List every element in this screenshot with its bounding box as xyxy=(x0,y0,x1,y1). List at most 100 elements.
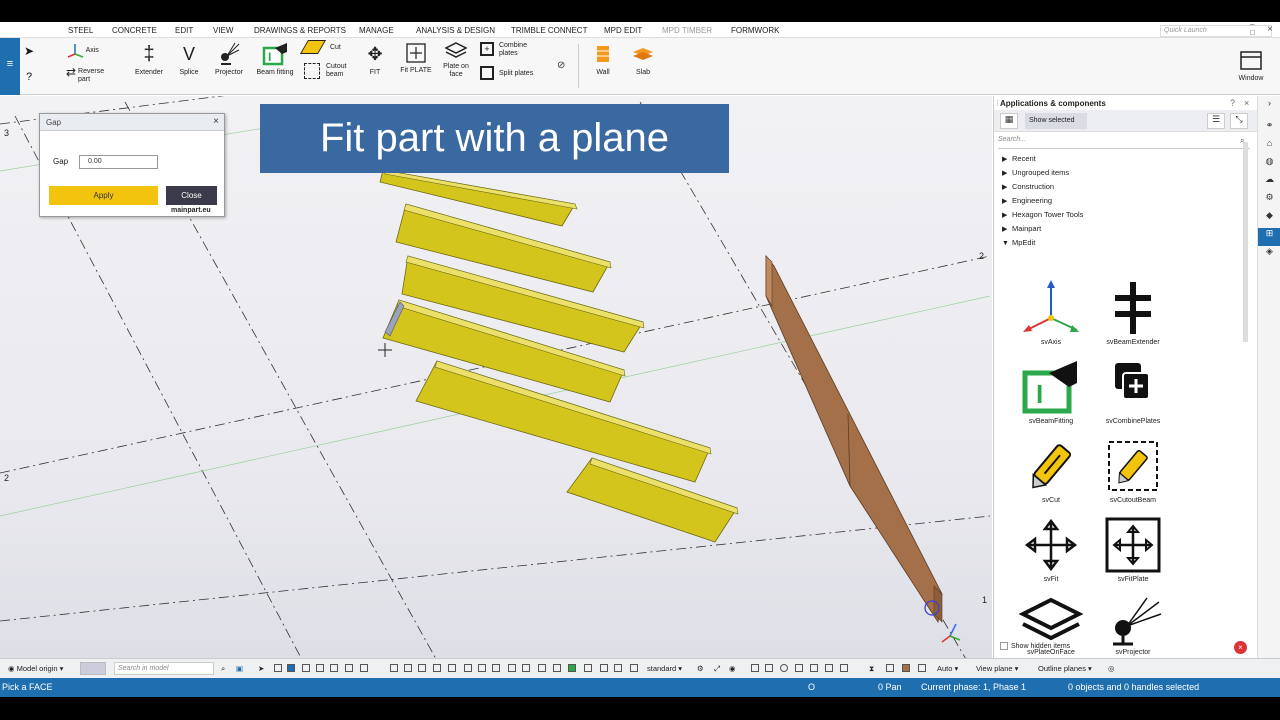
axis-button[interactable]: Axis xyxy=(66,42,99,58)
search-icon[interactable]: ⌕ xyxy=(221,664,225,674)
tab-manage[interactable]: MANAGE xyxy=(359,26,394,35)
select-grids-icon[interactable] xyxy=(345,664,353,672)
snap-any-icon[interactable] xyxy=(630,664,638,672)
auto-dropdown[interactable]: Auto ▾ xyxy=(937,664,958,673)
component-svcombineplates[interactable]: svCombinePlates xyxy=(1098,359,1168,425)
maximize-icon[interactable]: □ xyxy=(1250,28,1255,37)
snap-free-icon[interactable] xyxy=(508,664,516,672)
clip-plane-icon[interactable] xyxy=(886,664,894,672)
select-components-icon[interactable] xyxy=(302,664,310,672)
collapse-icon[interactable]: ⤡ xyxy=(1230,113,1248,129)
apply-button[interactable]: Apply xyxy=(49,186,158,205)
gear-icon[interactable]: ⚙ xyxy=(1258,192,1280,210)
snap-line-icon[interactable] xyxy=(478,664,486,672)
select-points-icon[interactable] xyxy=(360,664,368,672)
snap-nearest-icon[interactable] xyxy=(492,664,500,672)
snap-plane-icon[interactable] xyxy=(600,664,608,672)
tab-view[interactable]: VIEW xyxy=(213,26,233,35)
tab-steel[interactable]: STEEL xyxy=(68,26,93,35)
list-view-icon[interactable]: ☰ xyxy=(1207,113,1225,129)
view-cube-icon[interactable] xyxy=(918,664,926,672)
snap-mid-icon[interactable] xyxy=(418,664,426,672)
tree-item-ungrouped[interactable]: ▶ Ungrouped items xyxy=(1002,168,1083,182)
component-svfitplate[interactable]: svFitPlate xyxy=(1098,517,1168,583)
select-tool-icon[interactable] xyxy=(274,664,282,672)
select-region-icon[interactable] xyxy=(810,664,818,672)
visibility-toggle-icon[interactable]: ⊘ xyxy=(557,60,565,71)
components-icon[interactable]: ⊞ xyxy=(1258,228,1280,246)
reverse-part-button[interactable]: ⇄ Reverse part xyxy=(66,66,126,84)
component-svcut[interactable]: svCut xyxy=(1016,438,1086,504)
graduation-cap-icon[interactable]: ⌂ xyxy=(1258,138,1280,156)
cutout-beam-button[interactable]: Cutout beam xyxy=(304,63,358,79)
tab-analysis-design[interactable]: ANALYSIS & DESIGN xyxy=(416,26,495,35)
snap-geom-icon[interactable] xyxy=(538,664,546,672)
wall-button[interactable]: Wall xyxy=(588,42,618,77)
grid-view-icon[interactable]: ▦ xyxy=(1000,113,1018,129)
extender-button[interactable]: ‡ Extender xyxy=(132,42,166,77)
panel-search-input[interactable]: Search... xyxy=(998,136,1250,149)
hamburger-menu-icon[interactable]: ≡ xyxy=(0,38,20,95)
expand-chevron-icon[interactable]: › xyxy=(1258,98,1280,116)
close-button[interactable]: Close xyxy=(166,186,217,205)
tab-mpd-edit[interactable]: MPD EDIT xyxy=(597,26,649,40)
tab-edit[interactable]: EDIT xyxy=(175,26,193,35)
panel-clear-icon[interactable]: × xyxy=(1234,641,1247,654)
tag-icon[interactable]: ◈ xyxy=(1258,246,1280,264)
cloud-icon[interactable]: ☁ xyxy=(1258,174,1280,192)
cut-button[interactable]: Cut xyxy=(299,40,341,54)
tree-item-engineering[interactable]: ▶ Engineering xyxy=(1002,196,1083,210)
snap-icon[interactable]: ▣ xyxy=(236,664,243,673)
component-svprojector[interactable]: svProjector xyxy=(1098,596,1168,656)
tab-mpd-timber[interactable]: MPD TIMBER xyxy=(662,26,712,35)
beam-fitting-button[interactable]: I Beam fitting xyxy=(253,42,297,77)
eye-icon[interactable]: ◉ xyxy=(729,664,736,673)
select-parts-icon[interactable] xyxy=(287,664,295,672)
snap-points-icon[interactable] xyxy=(390,664,398,672)
panel-scrollbar[interactable] xyxy=(1243,142,1248,342)
outline-planes-dropdown[interactable]: Outline planes ▾ xyxy=(1038,664,1092,673)
tab-drawings-reports[interactable]: DRAWINGS & REPORTS xyxy=(254,26,346,35)
panel-help-icon[interactable]: ? xyxy=(1230,98,1235,108)
fit-plate-button[interactable]: Fit PLATE xyxy=(398,42,434,75)
snap-mode-dropdown[interactable]: standard ▾ xyxy=(647,664,682,673)
component-svfit[interactable]: svFit xyxy=(1016,517,1086,583)
splice-button[interactable]: V Splice xyxy=(174,42,204,77)
model-search-input[interactable]: Search in model xyxy=(114,662,214,675)
snap-ref-icon[interactable] xyxy=(522,664,530,672)
select-box-icon[interactable] xyxy=(751,664,759,672)
show-hidden-checkbox[interactable]: Show hidden items xyxy=(1000,642,1070,650)
show-selected-button[interactable]: Show selected xyxy=(1025,113,1087,129)
window-button[interactable]: Window xyxy=(1228,42,1274,92)
tree-item-mpedit[interactable]: ▼ MpEdit xyxy=(1002,238,1083,252)
snap-extension-icon[interactable] xyxy=(553,664,561,672)
tree-item-construction[interactable]: ▶ Construction xyxy=(1002,182,1083,196)
cube-icon[interactable]: ◆ xyxy=(1258,210,1280,228)
snap-lines-icon[interactable] xyxy=(584,664,592,672)
split-plates-button[interactable]: Split plates xyxy=(480,66,544,80)
component-svaxis[interactable]: svAxis xyxy=(1016,280,1086,346)
origin-toggle[interactable] xyxy=(80,662,106,675)
globe-icon[interactable]: ◍ xyxy=(1258,156,1280,174)
close-icon[interactable]: × xyxy=(1267,24,1273,35)
work-area-icon[interactable]: ⤢ xyxy=(714,664,720,674)
snap-intersect-icon[interactable] xyxy=(448,664,456,672)
select-cross-icon[interactable] xyxy=(765,664,773,672)
select-circle-icon[interactable] xyxy=(780,664,788,672)
component-svbeamextender[interactable]: svBeamExtender xyxy=(1098,280,1168,346)
snap-perp-icon[interactable] xyxy=(464,664,472,672)
render-icon[interactable] xyxy=(902,664,910,672)
component-svcutoutbeam[interactable]: svCutoutBeam xyxy=(1098,438,1168,504)
select-arrow-icon[interactable]: ➤ xyxy=(24,44,34,58)
tab-formwork[interactable]: FORMWORK xyxy=(731,26,779,35)
plate-on-face-button[interactable]: Plate on face xyxy=(440,42,472,79)
select-area-icon[interactable] xyxy=(825,664,833,672)
tab-trimble-connect[interactable]: TRIMBLE CONNECT xyxy=(511,26,587,35)
select-bolts-icon[interactable] xyxy=(316,664,324,672)
select-face-icon[interactable] xyxy=(840,664,848,672)
dialog-close-icon[interactable]: × xyxy=(213,116,219,127)
select-poly-icon[interactable] xyxy=(795,664,803,672)
combine-plates-button[interactable]: + Combine plates xyxy=(480,42,540,58)
tree-item-recent[interactable]: ▶ Recent xyxy=(1002,154,1083,168)
link-icon[interactable]: ⚭ xyxy=(1258,120,1280,138)
